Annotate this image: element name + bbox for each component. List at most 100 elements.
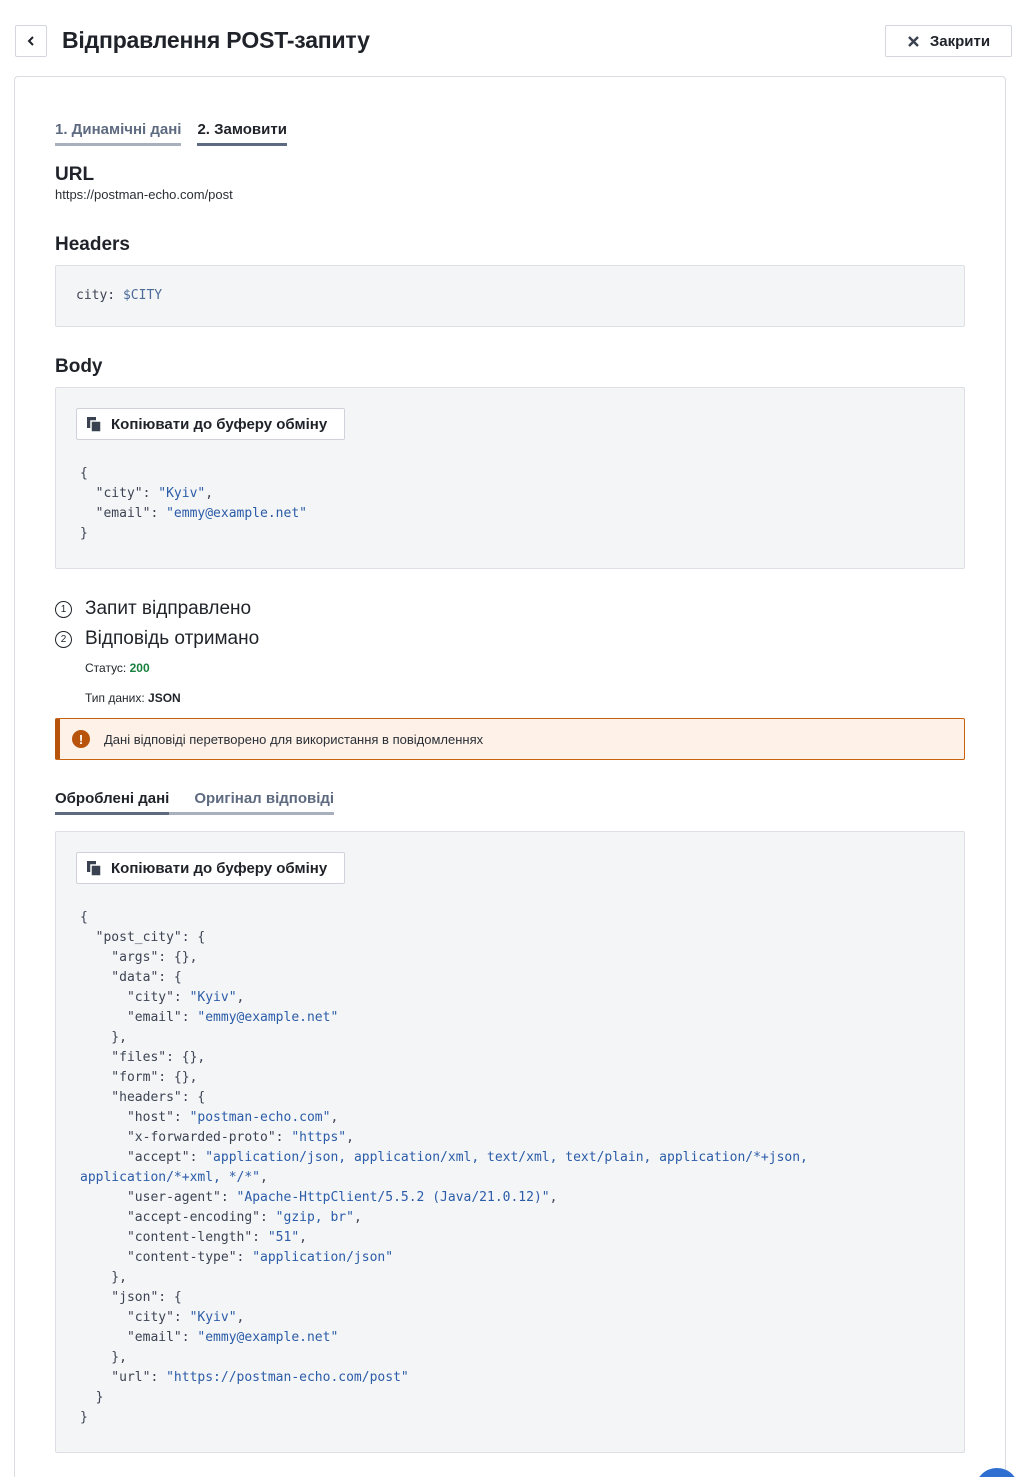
back-button[interactable] [15, 25, 47, 57]
url-value: https://postman-echo.com/post [55, 187, 233, 202]
code-string: "Apache-HttpClient/5.5.2 (Java/21.0.12)" [236, 1190, 550, 1205]
tab-order[interactable]: 2. Замовити [197, 121, 287, 146]
code-text: "accept-encoding": [80, 1210, 276, 1225]
code-text: , [299, 1230, 307, 1245]
step-label: Відповідь отримано [85, 628, 260, 649]
code-text: "host": [80, 1110, 190, 1125]
code-text: }, [80, 1350, 127, 1365]
code-text: "email": [80, 1330, 198, 1345]
copy-result-button[interactable]: Копіювати до буферу обміну [76, 852, 345, 884]
code-text: "email": [80, 506, 167, 521]
conversion-alert: ! Дані відповіді перетворено для викорис… [55, 718, 965, 760]
body-heading: Body [55, 356, 103, 377]
copy-result-label: Копіювати до буферу обміну [111, 859, 328, 877]
page-header: Відправлення POST-запиту Закрити [15, 25, 1012, 58]
code-text: "user-agent": [80, 1190, 237, 1205]
code-text: "city": [80, 486, 159, 501]
code-line: }, [80, 1028, 808, 1048]
code-string: "51" [267, 1230, 300, 1245]
code-text: "x-forwarded-proto": [80, 1130, 292, 1145]
body-code: { "city": "Kyiv", "email": "emmy@example… [80, 464, 307, 544]
code-string: "postman-echo.com" [189, 1110, 331, 1125]
code-string: "application/json" [252, 1250, 394, 1265]
code-text: }, [80, 1270, 127, 1285]
copy-icon [87, 860, 102, 876]
code-text: , [236, 1310, 245, 1325]
code-text: "headers": { [80, 1090, 206, 1105]
tab-dynamic-data[interactable]: 1. Динамічні дані [55, 121, 182, 146]
code-text: "content-type": [80, 1250, 253, 1265]
chevron-left-icon [27, 36, 34, 46]
code-line: "post_city": { [80, 928, 808, 948]
code-string: "Kyiv" [158, 486, 206, 501]
headers-box: city: $CITY [55, 265, 965, 327]
code-string: "emmy@example.net" [197, 1010, 339, 1025]
close-button[interactable]: Закрити [885, 25, 1012, 57]
code-line: "email": "emmy@example.net" [80, 1008, 808, 1028]
header-key: city: [76, 288, 116, 303]
alert-text: Дані відповіді перетворено для використа… [104, 731, 484, 747]
code-string: "emmy@example.net" [197, 1330, 339, 1345]
copy-body-button[interactable]: Копіювати до буферу обміну [76, 408, 345, 440]
tab-original-response[interactable]: Оригінал відповіді [169, 790, 335, 815]
code-text: "city": [80, 990, 190, 1005]
code-line: }, [80, 1268, 808, 1288]
url-heading: URL [55, 164, 95, 185]
step-number: 2 [55, 630, 72, 648]
copy-body-label: Копіювати до буферу обміну [111, 415, 328, 433]
code-text: "args": {}, [80, 950, 198, 965]
close-button-label: Закрити [929, 32, 991, 50]
code-line: } [80, 1388, 808, 1408]
code-string: "gzip, br" [275, 1210, 354, 1225]
header-entry: city: $CITY [76, 286, 162, 306]
result-code: { "post_city": { "args": {}, "data": { "… [80, 908, 808, 1428]
code-line: "content-length": "51", [80, 1228, 808, 1248]
code-text: "accept": [80, 1150, 206, 1165]
code-line: "city": "Kyiv", [80, 1308, 808, 1328]
code-text: , [549, 1190, 558, 1205]
code-line: } [80, 1408, 808, 1428]
type-value: JSON [148, 691, 181, 705]
code-string: "Kyiv" [189, 1310, 237, 1325]
headers-heading: Headers [55, 234, 130, 255]
tab-processed-data[interactable]: Оброблені дані [55, 790, 170, 815]
code-line: "city": "Kyiv", [80, 484, 307, 504]
code-string: "https" [291, 1130, 347, 1145]
status-value: 200 [129, 661, 150, 675]
status-label: Статус: [85, 661, 127, 675]
code-string: "https://postman-echo.com/post" [166, 1370, 409, 1385]
code-line: { [80, 464, 307, 484]
code-text: "files": {}, [80, 1050, 206, 1065]
status-line: Статус: 200 [85, 661, 150, 675]
page-title: Відправлення POST-запиту [62, 27, 370, 53]
code-line: "form": {}, [80, 1068, 808, 1088]
code-line: "url": "https://postman-echo.com/post" [80, 1368, 808, 1388]
code-text: "email": [80, 1010, 198, 1025]
code-line: "accept-encoding": "gzip, br", [80, 1208, 808, 1228]
result-tabs: Оброблені дані Оригінал відповіді [55, 790, 335, 815]
code-line: "city": "Kyiv", [80, 988, 808, 1008]
type-label: Тип даних: [85, 691, 145, 705]
step-received: 2 Відповідь отримано [55, 628, 259, 650]
code-text: "json": { [80, 1290, 182, 1305]
code-text: , [260, 1170, 268, 1185]
code-text: "url": [80, 1370, 167, 1385]
code-text: { [80, 466, 88, 481]
code-string: "Kyiv" [189, 990, 237, 1005]
code-text: , [330, 1110, 339, 1125]
code-text: "content-length": [80, 1230, 268, 1245]
code-text: { [80, 910, 88, 925]
code-line: "accept": "application/json, application… [80, 1148, 808, 1168]
type-line: Тип даних: JSON [85, 691, 181, 705]
code-line: "headers": { [80, 1088, 808, 1108]
code-text: "data": { [80, 970, 182, 985]
code-line: } [80, 524, 307, 544]
code-text: } [80, 1410, 88, 1425]
warning-icon: ! [72, 730, 90, 748]
step-label: Запит відправлено [85, 598, 252, 619]
code-text: , [346, 1130, 354, 1145]
code-line: "x-forwarded-proto": "https", [80, 1128, 808, 1148]
code-text: "city": [80, 1310, 190, 1325]
header-value: $CITY [122, 288, 163, 303]
step-tabs: 1. Динамічні дані 2. Замовити [55, 121, 287, 146]
